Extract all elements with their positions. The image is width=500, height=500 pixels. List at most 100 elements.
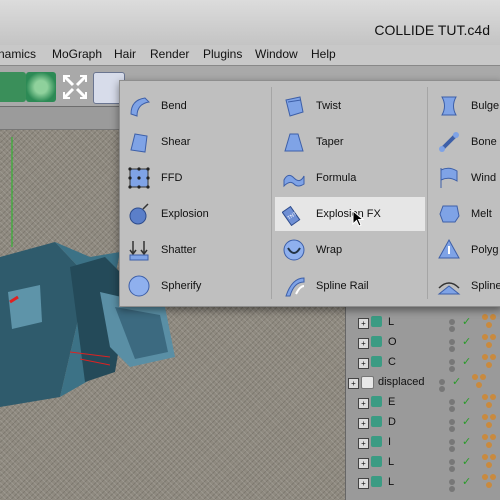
menu-item-label: Wrap bbox=[316, 244, 343, 256]
material-tag-icon[interactable] bbox=[482, 354, 498, 370]
material-tag-icon[interactable] bbox=[482, 394, 498, 410]
menu-item-polyg[interactable]: Polyg bbox=[430, 233, 500, 267]
object-row[interactable]: + D ✓ bbox=[354, 413, 500, 433]
object-row[interactable]: + L ✓ bbox=[354, 453, 500, 473]
enabled-check-icon[interactable]: ✓ bbox=[462, 475, 471, 488]
render-visibility-dot[interactable] bbox=[449, 466, 455, 472]
object-row[interactable]: + L ✓ bbox=[354, 313, 500, 333]
enabled-check-icon[interactable]: ✓ bbox=[462, 315, 471, 328]
array-tool-icon[interactable] bbox=[26, 72, 56, 102]
render-visibility-dot[interactable] bbox=[449, 326, 455, 332]
menu-item-label: Twist bbox=[316, 100, 342, 112]
render-visibility-dot[interactable] bbox=[449, 346, 455, 352]
menu-divider bbox=[427, 87, 428, 299]
menu-item-label: Spherify bbox=[161, 280, 202, 292]
editor-visibility-dot[interactable] bbox=[449, 479, 455, 485]
material-tag-icon[interactable] bbox=[482, 334, 498, 350]
enabled-check-icon[interactable]: ✓ bbox=[462, 415, 471, 428]
menu-item-ffd[interactable]: FFD bbox=[120, 161, 270, 195]
object-row[interactable]: + O ✓ bbox=[354, 333, 500, 353]
render-visibility-dot[interactable] bbox=[449, 446, 455, 452]
material-tag-icon[interactable] bbox=[472, 374, 488, 390]
expand-toggle-icon[interactable]: + bbox=[358, 358, 369, 369]
bone-deformer-icon bbox=[439, 132, 459, 152]
menu-item-twist[interactable]: Twist bbox=[275, 89, 425, 123]
expand-toggle-icon[interactable]: + bbox=[358, 338, 369, 349]
material-tag-icon[interactable] bbox=[482, 414, 498, 430]
expand-toggle-icon[interactable]: + bbox=[358, 318, 369, 329]
enabled-check-icon[interactable]: ✓ bbox=[462, 355, 471, 368]
object-row[interactable]: + L ✓ bbox=[354, 473, 500, 493]
editor-visibility-dot[interactable] bbox=[449, 319, 455, 325]
explosion-deformer-icon bbox=[129, 203, 149, 225]
enabled-check-icon[interactable]: ✓ bbox=[452, 375, 461, 388]
menu-plugins[interactable]: Plugins bbox=[203, 47, 242, 61]
object-name: L bbox=[388, 476, 395, 488]
menu-item-spline-rail[interactable]: Spline Rail bbox=[275, 269, 425, 303]
editor-visibility-dot[interactable] bbox=[449, 439, 455, 445]
menu-item-wrap[interactable]: Wrap bbox=[275, 233, 425, 267]
editor-visibility-dot[interactable] bbox=[449, 339, 455, 345]
enabled-check-icon[interactable]: ✓ bbox=[462, 435, 471, 448]
object-name: L bbox=[388, 316, 395, 328]
render-visibility-dot[interactable] bbox=[449, 406, 455, 412]
editor-visibility-dot[interactable] bbox=[449, 399, 455, 405]
menu-help[interactable]: Help bbox=[311, 47, 336, 61]
menu-render[interactable]: Render bbox=[150, 47, 189, 61]
object-row[interactable]: + E ✓ bbox=[354, 393, 500, 413]
expand-toggle-icon[interactable]: + bbox=[358, 438, 369, 449]
polygon-object-icon bbox=[371, 416, 382, 427]
menu-item-spline[interactable]: Spline bbox=[430, 269, 500, 303]
enabled-check-icon[interactable]: ✓ bbox=[462, 455, 471, 468]
menu-item-shear[interactable]: Shear bbox=[120, 125, 270, 159]
menu-window[interactable]: Window bbox=[255, 47, 298, 61]
menu-hair[interactable]: Hair bbox=[114, 47, 136, 61]
menu-item-melt[interactable]: Melt bbox=[430, 197, 500, 231]
expand-toggle-icon[interactable]: + bbox=[358, 458, 369, 469]
twist-deformer-icon bbox=[285, 96, 304, 117]
menu-item-label: Spline bbox=[471, 280, 500, 292]
object-row[interactable]: + displaced ✓ bbox=[344, 373, 491, 393]
menu-item-bone[interactable]: Bone bbox=[430, 125, 500, 159]
material-tag-icon[interactable] bbox=[482, 454, 498, 470]
menu-item-formula[interactable]: Formula bbox=[275, 161, 425, 195]
object-row[interactable]: + C ✓ bbox=[354, 353, 500, 373]
menu-item-taper[interactable]: Taper bbox=[275, 125, 425, 159]
editor-visibility-dot[interactable] bbox=[439, 379, 445, 385]
editor-visibility-dot[interactable] bbox=[449, 459, 455, 465]
expand-toggle-icon[interactable]: + bbox=[358, 398, 369, 409]
object-name: I bbox=[388, 436, 392, 448]
expand-toggle-icon[interactable]: + bbox=[358, 478, 369, 489]
material-tag-icon[interactable] bbox=[482, 474, 498, 490]
polygon-object-icon bbox=[371, 316, 382, 327]
shear-deformer-icon bbox=[130, 133, 148, 153]
spherify-deformer-icon bbox=[128, 275, 150, 297]
object-name: displaced bbox=[378, 376, 425, 388]
render-visibility-dot[interactable] bbox=[449, 426, 455, 432]
material-tag-icon[interactable] bbox=[482, 434, 498, 450]
menu-item-explosion-fx[interactable]: TNT Explosion FX bbox=[275, 197, 425, 231]
taper-deformer-icon bbox=[284, 133, 304, 152]
menu-item-shatter[interactable]: Shatter bbox=[120, 233, 270, 267]
enabled-check-icon[interactable]: ✓ bbox=[462, 335, 471, 348]
render-visibility-dot[interactable] bbox=[449, 486, 455, 492]
cube-tool-icon[interactable] bbox=[0, 72, 26, 102]
deformer-popup-menu: Bend Shear FFD Explosion Shatter Spherify Twis… bbox=[119, 80, 500, 307]
render-visibility-dot[interactable] bbox=[439, 386, 445, 392]
menu-item-bulge[interactable]: Bulge bbox=[430, 89, 500, 123]
render-visibility-dot[interactable] bbox=[449, 366, 455, 372]
menu-item-spherify[interactable]: Spherify bbox=[120, 269, 270, 303]
menu-dynamics[interactable]: namics bbox=[0, 47, 36, 61]
editor-visibility-dot[interactable] bbox=[449, 359, 455, 365]
scale-arrows-icon[interactable] bbox=[60, 72, 90, 102]
menu-item-bend[interactable]: Bend bbox=[120, 89, 270, 123]
menu-mograph[interactable]: MoGraph bbox=[52, 47, 102, 61]
menu-item-wind[interactable]: Wind bbox=[430, 161, 500, 195]
object-row[interactable]: + I ✓ bbox=[354, 433, 500, 453]
expand-toggle-icon[interactable]: + bbox=[348, 378, 359, 389]
editor-visibility-dot[interactable] bbox=[449, 419, 455, 425]
enabled-check-icon[interactable]: ✓ bbox=[462, 395, 471, 408]
expand-toggle-icon[interactable]: + bbox=[358, 418, 369, 429]
material-tag-icon[interactable] bbox=[482, 314, 498, 330]
menu-item-explosion[interactable]: Explosion bbox=[120, 197, 270, 231]
